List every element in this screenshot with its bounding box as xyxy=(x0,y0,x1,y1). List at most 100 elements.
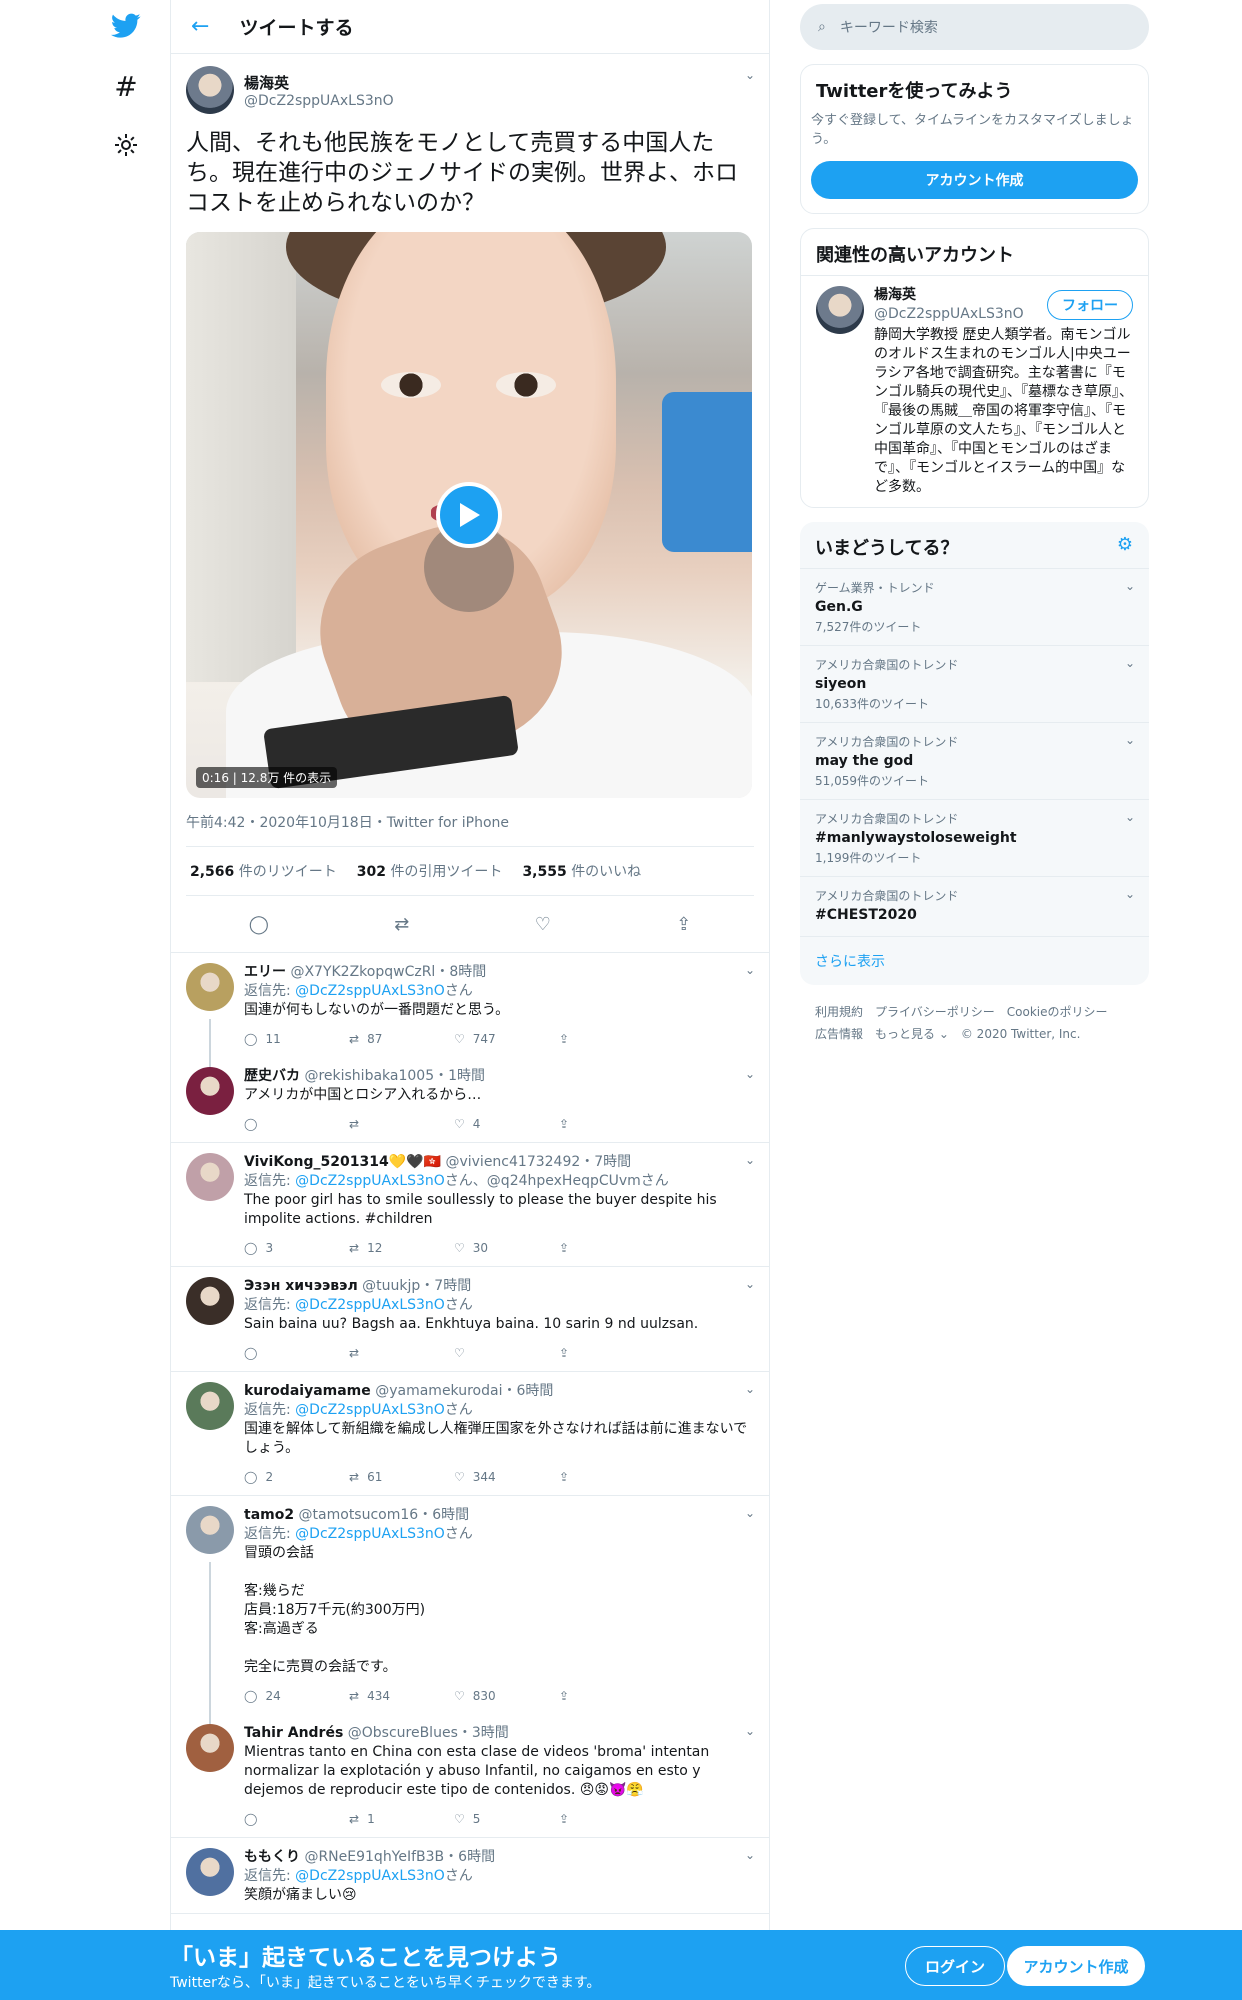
chevron-down-icon[interactable]: ⌄ xyxy=(745,1506,755,1520)
reply-tweet[interactable]: Tahir Andrés @ObscureBlues・3時間 Mientras t… xyxy=(171,1714,769,1838)
share-action[interactable]: ⇪ xyxy=(559,1115,664,1134)
reply-to-mention[interactable]: @DcZ2sppUAxLS3nO xyxy=(295,983,445,999)
reply-tweet[interactable]: Эзэн хичээвэл @tuukjp・7時間 返信先: @DcZ2sppUA… xyxy=(171,1267,769,1372)
twitter-logo-icon[interactable] xyxy=(106,6,146,46)
reply-author-name[interactable]: kurodaiyamame xyxy=(244,1383,371,1399)
trend-item[interactable]: アメリカ合衆国のトレンド may the god 51,059件のツイート ⌄ xyxy=(800,722,1149,799)
like-heart-action[interactable]: ♡ xyxy=(454,1344,559,1363)
reply-time[interactable]: 8時間 xyxy=(449,964,486,980)
reply-author-handle[interactable]: @vivienc41732492 xyxy=(445,1154,580,1170)
reply-time[interactable]: 1時間 xyxy=(448,1068,485,1084)
like-stat[interactable]: 3,555 件のいいね xyxy=(522,861,641,881)
chevron-down-icon[interactable]: ⌄ xyxy=(745,1153,755,1167)
play-button-icon[interactable] xyxy=(436,482,502,548)
trend-item[interactable]: アメリカ合衆国のトレンド siyeon 10,633件のツイート ⌄ xyxy=(800,645,1149,722)
like-heart-action[interactable]: ♡ 747 xyxy=(454,1030,559,1049)
reply-time[interactable]: 6時間 xyxy=(432,1507,469,1523)
reply-time[interactable]: 7時間 xyxy=(594,1154,631,1170)
chevron-down-icon[interactable]: ⌄ xyxy=(745,68,755,82)
chevron-down-icon[interactable]: ⌄ xyxy=(745,1277,755,1291)
share-action[interactable]: ⇪ xyxy=(559,1239,664,1258)
author-handle[interactable]: @DcZ2sppUAxLS3nO xyxy=(244,93,394,109)
chevron-down-icon[interactable]: ⌄ xyxy=(745,1724,755,1738)
chevron-down-icon[interactable]: ⌄ xyxy=(745,1848,755,1862)
follow-button[interactable]: フォロー xyxy=(1047,290,1133,320)
chevron-down-icon[interactable]: ⌄ xyxy=(1125,733,1135,747)
reply-to-mention[interactable]: @DcZ2sppUAxLS3nO xyxy=(295,1402,445,1418)
reply-author-name[interactable]: Эзэн хичээвэл xyxy=(244,1278,358,1294)
retweet-action[interactable]: ⇄ 12 xyxy=(349,1239,454,1258)
reply-time[interactable]: 3時間 xyxy=(472,1725,509,1741)
avatar[interactable] xyxy=(186,1506,234,1554)
reply-author-name[interactable]: ViviKong_5201314💛🖤🇭🇰 xyxy=(244,1154,441,1170)
avatar[interactable] xyxy=(186,1848,234,1896)
trend-item[interactable]: ゲーム業界・トレンド Gen.G 7,527件のツイート ⌄ xyxy=(800,568,1149,645)
footer-line-2[interactable]: 広告情報 もっと見る ⌄ © 2020 Twitter, Inc. xyxy=(815,1023,1134,1045)
avatar[interactable] xyxy=(186,963,234,1011)
avatar[interactable] xyxy=(186,1067,234,1115)
reply-author-name[interactable]: tamo2 xyxy=(244,1507,294,1523)
reply-tweet[interactable]: tamo2 @tamotsucom16・6時間 返信先: @DcZ2sppUAxL… xyxy=(171,1496,769,1724)
reply-to-mention[interactable]: @DcZ2sppUAxLS3nO xyxy=(295,1297,445,1313)
reply-author-handle[interactable]: @RNeE91qhYeIfB3B xyxy=(304,1849,444,1865)
reply-author-handle[interactable]: @yamamekurodai xyxy=(375,1383,502,1399)
reply-time[interactable]: 7時間 xyxy=(434,1278,471,1294)
reply-author-name[interactable]: ももくり xyxy=(244,1849,300,1865)
show-more-link[interactable]: さらに表示 xyxy=(800,936,1149,985)
retweet-action[interactable]: ⇄ 434 xyxy=(349,1687,454,1706)
reply-tweet[interactable]: 歴史バカ @rekishibaka1005・1時間 アメリカが中国とロシア入れるか… xyxy=(171,1057,769,1143)
like-heart-action[interactable]: ♡ 344 xyxy=(454,1468,559,1487)
reply-author-name[interactable]: Tahir Andrés xyxy=(244,1725,343,1741)
search-input[interactable]: ⌕ キーワード検索 xyxy=(800,4,1149,50)
quote-stat[interactable]: 302 件の引用ツイート xyxy=(357,861,503,881)
trends-settings-gear-icon[interactable]: ⚙ xyxy=(1117,534,1133,555)
reply-to-mention[interactable]: @DcZ2sppUAxLS3nO xyxy=(295,1173,445,1189)
retweet-action[interactable]: ⇄ 1 xyxy=(349,1810,454,1829)
reply-action[interactable]: ◯ xyxy=(244,1344,349,1363)
avatar[interactable] xyxy=(816,286,864,334)
avatar[interactable] xyxy=(186,1277,234,1325)
chevron-down-icon[interactable]: ⌄ xyxy=(1125,887,1135,901)
reply-tweet[interactable]: ももくり @RNeE91qhYeIfB3B・6時間 返信先: @DcZ2sppUA… xyxy=(171,1838,769,1914)
signup-button[interactable]: アカウント作成 xyxy=(1007,1946,1145,1986)
retweet-action[interactable]: ⇄ xyxy=(349,1115,454,1134)
reply-author-handle[interactable]: @tamotsucom16 xyxy=(299,1507,419,1523)
share-action[interactable]: ⇪ xyxy=(559,1810,664,1829)
retweet-action[interactable]: ⇄ xyxy=(349,1344,454,1363)
avatar[interactable] xyxy=(186,66,234,114)
reply-action[interactable]: ◯ 2 xyxy=(244,1468,349,1487)
share-action[interactable]: ⇪ xyxy=(559,1030,664,1049)
settings-gear-icon[interactable] xyxy=(106,125,146,165)
author-name[interactable]: 楊海英 xyxy=(244,72,394,93)
like-heart-action[interactable]: ♡ 4 xyxy=(454,1115,559,1134)
back-arrow-icon[interactable]: ← xyxy=(191,14,209,39)
chevron-down-icon[interactable]: ⌄ xyxy=(1125,810,1135,824)
share-icon[interactable]: ⇪ xyxy=(676,914,691,935)
like-heart-action[interactable]: ♡ 5 xyxy=(454,1810,559,1829)
reply-action[interactable]: ◯ 11 xyxy=(244,1030,349,1049)
retweet-action[interactable]: ⇄ 61 xyxy=(349,1468,454,1487)
avatar[interactable] xyxy=(186,1153,234,1201)
reply-tweet[interactable]: エリー @X7YK2ZkopqwCzRl・8時間 返信先: @DcZ2sppUAx… xyxy=(171,953,769,1067)
reply-action[interactable]: ◯ 24 xyxy=(244,1687,349,1706)
avatar[interactable] xyxy=(186,1724,234,1772)
chevron-down-icon[interactable]: ⌄ xyxy=(745,963,755,977)
reply-author-handle[interactable]: @rekishibaka1005 xyxy=(304,1068,434,1084)
like-heart-icon[interactable]: ♡ xyxy=(535,914,551,935)
retweet-action[interactable]: ⇄ 87 xyxy=(349,1030,454,1049)
reply-action[interactable]: ◯ xyxy=(244,1810,349,1829)
explore-hashtag-icon[interactable]: # xyxy=(106,66,146,106)
share-action[interactable]: ⇪ xyxy=(559,1468,664,1487)
reply-icon[interactable]: ◯ xyxy=(249,914,269,935)
create-account-button[interactable]: アカウント作成 xyxy=(811,161,1138,199)
reply-action[interactable]: ◯ 3 xyxy=(244,1239,349,1258)
reply-tweet[interactable]: kurodaiyamame @yamamekurodai・6時間 返信先: @Dc… xyxy=(171,1372,769,1496)
reply-author-handle[interactable]: @X7YK2ZkopqwCzRl xyxy=(290,964,435,980)
trend-item[interactable]: アメリカ合衆国のトレンド #CHEST2020 ⌄ xyxy=(800,876,1149,936)
share-action[interactable]: ⇪ xyxy=(559,1687,664,1706)
chevron-down-icon[interactable]: ⌄ xyxy=(745,1382,755,1396)
reply-action[interactable]: ◯ xyxy=(244,1115,349,1134)
retweet-icon[interactable]: ⇄ xyxy=(394,914,409,935)
trend-item[interactable]: アメリカ合衆国のトレンド #manlywaystoloseweight 1,199件… xyxy=(800,799,1149,876)
avatar[interactable] xyxy=(186,1382,234,1430)
